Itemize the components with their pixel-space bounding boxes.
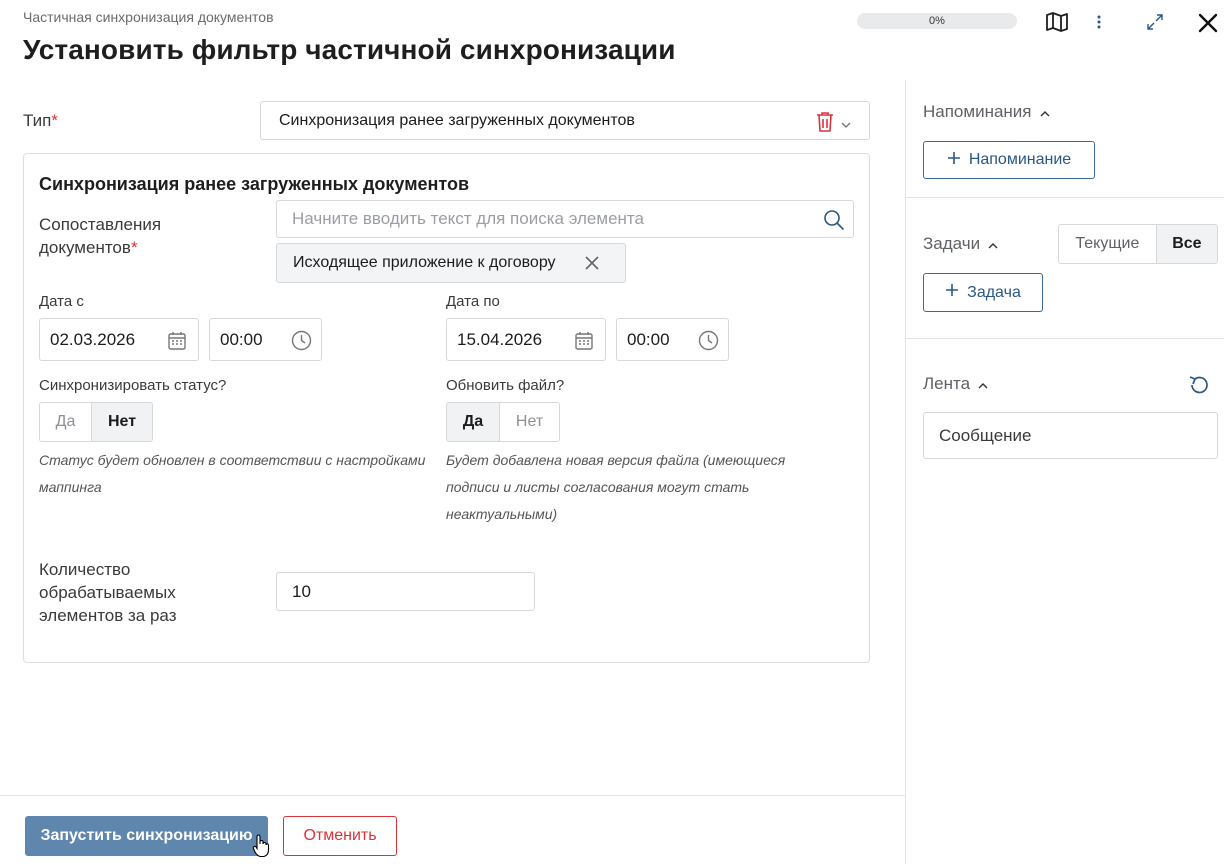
message-input[interactable]: Сообщение: [923, 412, 1218, 459]
time-from-value: 00:00: [220, 329, 263, 349]
update-file-toggle: Да Нет: [446, 402, 560, 442]
update-file-hint: Будет добавлена новая версия файла (имею…: [446, 452, 786, 522]
map-icon[interactable]: [1043, 9, 1071, 35]
calendar-icon[interactable]: [167, 331, 187, 356]
sync-status-yes[interactable]: Да: [40, 403, 92, 441]
sync-status-label: Синхронизировать статус?: [39, 377, 227, 394]
type-label: Тип*: [23, 111, 58, 130]
sync-status-no[interactable]: Нет: [91, 403, 152, 441]
trash-icon[interactable]: [815, 111, 835, 138]
add-task-button[interactable]: Задача: [923, 273, 1043, 312]
mapping-search-input[interactable]: Начните вводить текст для поиска элемент…: [276, 200, 854, 238]
cancel-button[interactable]: Отменить: [283, 816, 397, 856]
mapping-chip: Исходящее приложение к договору: [276, 243, 626, 283]
breadcrumb: Частичная синхронизация документов: [23, 9, 274, 25]
mapping-label: Сопоставления документов*: [39, 215, 162, 257]
search-placeholder: Начните вводить текст для поиска элемент…: [292, 209, 644, 228]
count-value: 10: [292, 581, 311, 601]
plus-icon: [945, 283, 959, 302]
clock-icon[interactable]: [698, 330, 719, 356]
reminders-header[interactable]: Напоминания: [923, 102, 1050, 122]
refresh-icon[interactable]: [1187, 373, 1211, 402]
date-from-label: Дата с: [39, 293, 84, 310]
start-sync-button[interactable]: Запустить синхронизацию: [25, 816, 268, 856]
feed-title: Лента: [923, 374, 971, 393]
update-file-label: Обновить файл?: [446, 377, 565, 394]
reminders-title: Напоминания: [923, 102, 1032, 121]
add-reminder-label: Напоминание: [968, 151, 1072, 168]
add-task-label: Задача: [967, 283, 1021, 301]
sidebar-separator: [906, 338, 1224, 339]
date-to-input[interactable]: 15.04.2026: [446, 318, 606, 361]
page-title: Установить фильтр частичной синхронизаци…: [23, 34, 676, 65]
search-icon[interactable]: [823, 209, 845, 236]
date-from-value: 02.03.2026: [50, 329, 136, 349]
time-from-input[interactable]: 00:00: [209, 318, 322, 361]
type-value: Синхронизация ранее загруженных документ…: [279, 111, 635, 129]
chevron-up-icon[interactable]: [1040, 102, 1050, 122]
date-to-value: 15.04.2026: [457, 329, 543, 349]
add-reminder-button[interactable]: Напоминание: [923, 141, 1095, 179]
date-to-label: Дата по: [446, 293, 500, 310]
progress-bar: 0%: [857, 13, 1017, 29]
tasks-header[interactable]: Задачи: [923, 234, 998, 254]
group-title: Синхронизация ранее загруженных документ…: [39, 174, 470, 194]
sidebar-separator: [906, 197, 1224, 198]
message-placeholder: Сообщение: [939, 425, 1032, 445]
calendar-icon[interactable]: [574, 331, 594, 356]
update-file-yes[interactable]: Да: [447, 403, 501, 441]
time-to-value: 00:00: [627, 329, 670, 349]
clock-icon[interactable]: [291, 330, 312, 356]
sync-status-toggle: Да Нет: [39, 402, 153, 442]
sync-status-hint: Статус будет обновлен в соответствии с н…: [39, 452, 426, 495]
plus-icon: [947, 151, 961, 170]
feed-header[interactable]: Лента: [923, 374, 988, 394]
type-select[interactable]: Синхронизация ранее загруженных документ…: [260, 101, 870, 140]
chevron-up-icon[interactable]: [978, 374, 988, 394]
update-file-no[interactable]: Нет: [500, 403, 559, 441]
tasks-filter-all[interactable]: Все: [1155, 225, 1217, 263]
chevron-up-icon[interactable]: [988, 234, 998, 254]
date-from-input[interactable]: 02.03.2026: [39, 318, 199, 361]
count-input[interactable]: 10: [276, 572, 535, 611]
footer-divider: [0, 795, 905, 796]
chip-remove-icon[interactable]: [585, 256, 599, 275]
close-icon[interactable]: [1195, 10, 1221, 36]
progress-text: 0%: [929, 15, 945, 27]
mapping-chip-label: Исходящее приложение к договору: [293, 254, 556, 271]
tasks-filter: Текущие Все: [1058, 224, 1218, 264]
hand-cursor-icon: [252, 834, 270, 863]
expand-icon[interactable]: [1144, 11, 1166, 33]
time-to-input[interactable]: 00:00: [616, 318, 729, 361]
tasks-filter-current[interactable]: Текущие: [1059, 225, 1156, 263]
count-label: Количество обрабатываемых элементов за р…: [39, 560, 177, 625]
tasks-title: Задачи: [923, 234, 981, 253]
more-vertical-icon[interactable]: [1090, 10, 1108, 34]
chevron-down-icon[interactable]: [841, 116, 851, 134]
